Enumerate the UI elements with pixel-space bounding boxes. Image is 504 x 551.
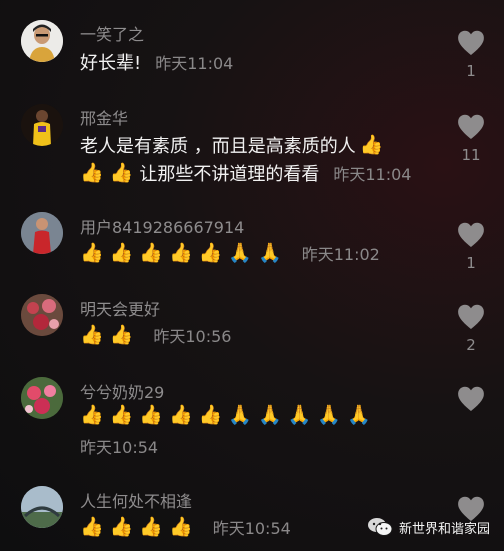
comment-content: 👍 👍 👍 👍 昨天10:54 — [80, 515, 291, 539]
comment-username[interactable]: 邢金华 — [80, 105, 128, 129]
comment-text: 让那些不讲道理的看看 — [139, 164, 320, 185]
thumbs-up-icon: 👍 — [139, 404, 164, 426]
avatar[interactable] — [21, 294, 63, 336]
thumbs-up-icon: 👍 — [169, 404, 193, 426]
like-control[interactable] — [456, 386, 486, 412]
thumbs-up-icon: 👍 — [109, 404, 134, 426]
folded-hands-icon: 🙏 — [258, 241, 282, 264]
comment-time: 昨天11:02 — [301, 245, 380, 264]
heart-icon[interactable] — [457, 386, 485, 412]
like-count: 1 — [466, 62, 476, 80]
like-count: 1 — [466, 254, 476, 272]
heart-icon[interactable] — [457, 222, 485, 248]
avatar[interactable] — [21, 212, 63, 254]
like-control[interactable]: 11 — [456, 114, 486, 164]
thumbs-up-icon: 👍 — [139, 241, 164, 264]
folded-hands-icon: 🙏 — [228, 241, 253, 264]
thumbs-up-icon: 👍 — [198, 241, 223, 264]
comment-content-line2: 👍 👍 让那些不讲道理的看看 昨天11:04 — [80, 160, 411, 186]
thumbs-up-icon: 👍 — [80, 515, 104, 538]
thumbs-up-icon: 👍 — [169, 241, 193, 264]
comment-content: 👍 👍 昨天10:56 — [80, 323, 231, 347]
avatar[interactable] — [21, 104, 63, 146]
like-count: 2 — [466, 336, 476, 354]
thumbs-up-icon: 👍 — [139, 515, 164, 538]
thumbs-up-icon: 👍 — [109, 241, 134, 264]
heart-icon[interactable] — [457, 304, 485, 330]
watermark: 新世界和谐家园 — [367, 517, 490, 537]
like-control[interactable]: 2 — [456, 304, 486, 354]
thumbs-up-icon: 👍 — [80, 404, 104, 426]
thumbs-up-icon: 👍 — [80, 241, 104, 264]
comment-time: 昨天10:54 — [212, 519, 291, 538]
thumbs-up-icon: 👍 — [359, 133, 384, 156]
like-count: 11 — [461, 146, 481, 164]
comment-content-line1: 老人是有素质 ，而且是高素质的人 👍 — [80, 132, 389, 158]
comment-time: 昨天11:04 — [155, 54, 234, 73]
thumbs-up-icon: 👍 — [80, 323, 104, 346]
avatar[interactable] — [21, 486, 63, 528]
comment-content: 👍 👍 👍 👍 👍 🙏 🙏 🙏 🙏 🙏 — [80, 406, 377, 425]
thumbs-up-icon: 👍 — [109, 161, 134, 184]
comment-username[interactable]: 一笑了之 — [80, 21, 144, 45]
comment-time: 昨天10:56 — [153, 327, 232, 346]
thumbs-up-icon: 👍 — [109, 515, 134, 538]
folded-hands-icon: 🙏 — [228, 404, 253, 426]
comment-time: 昨天11:04 — [333, 165, 412, 184]
heart-icon[interactable] — [457, 114, 485, 140]
avatar[interactable] — [21, 20, 63, 62]
comment-content: 好长辈! 昨天11:04 — [80, 49, 233, 75]
comment-content: 👍 👍 👍 👍 👍 🙏 🙏 昨天11:02 — [80, 241, 380, 265]
folded-hands-icon: 🙏 — [287, 404, 312, 426]
comment-username[interactable]: 兮兮奶奶29 — [80, 379, 164, 403]
like-control[interactable]: 1 — [456, 222, 486, 272]
comment-username[interactable]: 人生何处不相逢 — [80, 488, 192, 512]
folded-hands-icon: 🙏 — [258, 404, 282, 426]
comment-time: 昨天10:54 — [80, 438, 159, 457]
heart-icon[interactable] — [457, 30, 485, 56]
comment-text: 好长辈! — [80, 53, 142, 74]
folded-hands-icon: 🙏 — [347, 404, 371, 426]
comment-username[interactable]: 用户8419286667914 — [80, 214, 244, 238]
thumbs-up-icon: 👍 — [169, 515, 193, 538]
like-control[interactable]: 1 — [456, 30, 486, 80]
thumbs-up-icon: 👍 — [198, 404, 223, 426]
comment-text: 老人是有素质 ，而且是高素质的人 — [80, 136, 356, 157]
comment-time-line: 昨天10:54 — [80, 434, 158, 458]
folded-hands-icon: 🙏 — [317, 404, 342, 426]
thumbs-up-icon: 👍 — [80, 161, 104, 184]
thumbs-up-icon: 👍 — [109, 323, 134, 346]
watermark-text: 新世界和谐家园 — [398, 521, 490, 537]
wechat-icon — [367, 518, 393, 536]
comment-username[interactable]: 明天会更好 — [80, 296, 160, 320]
avatar[interactable] — [21, 377, 63, 419]
